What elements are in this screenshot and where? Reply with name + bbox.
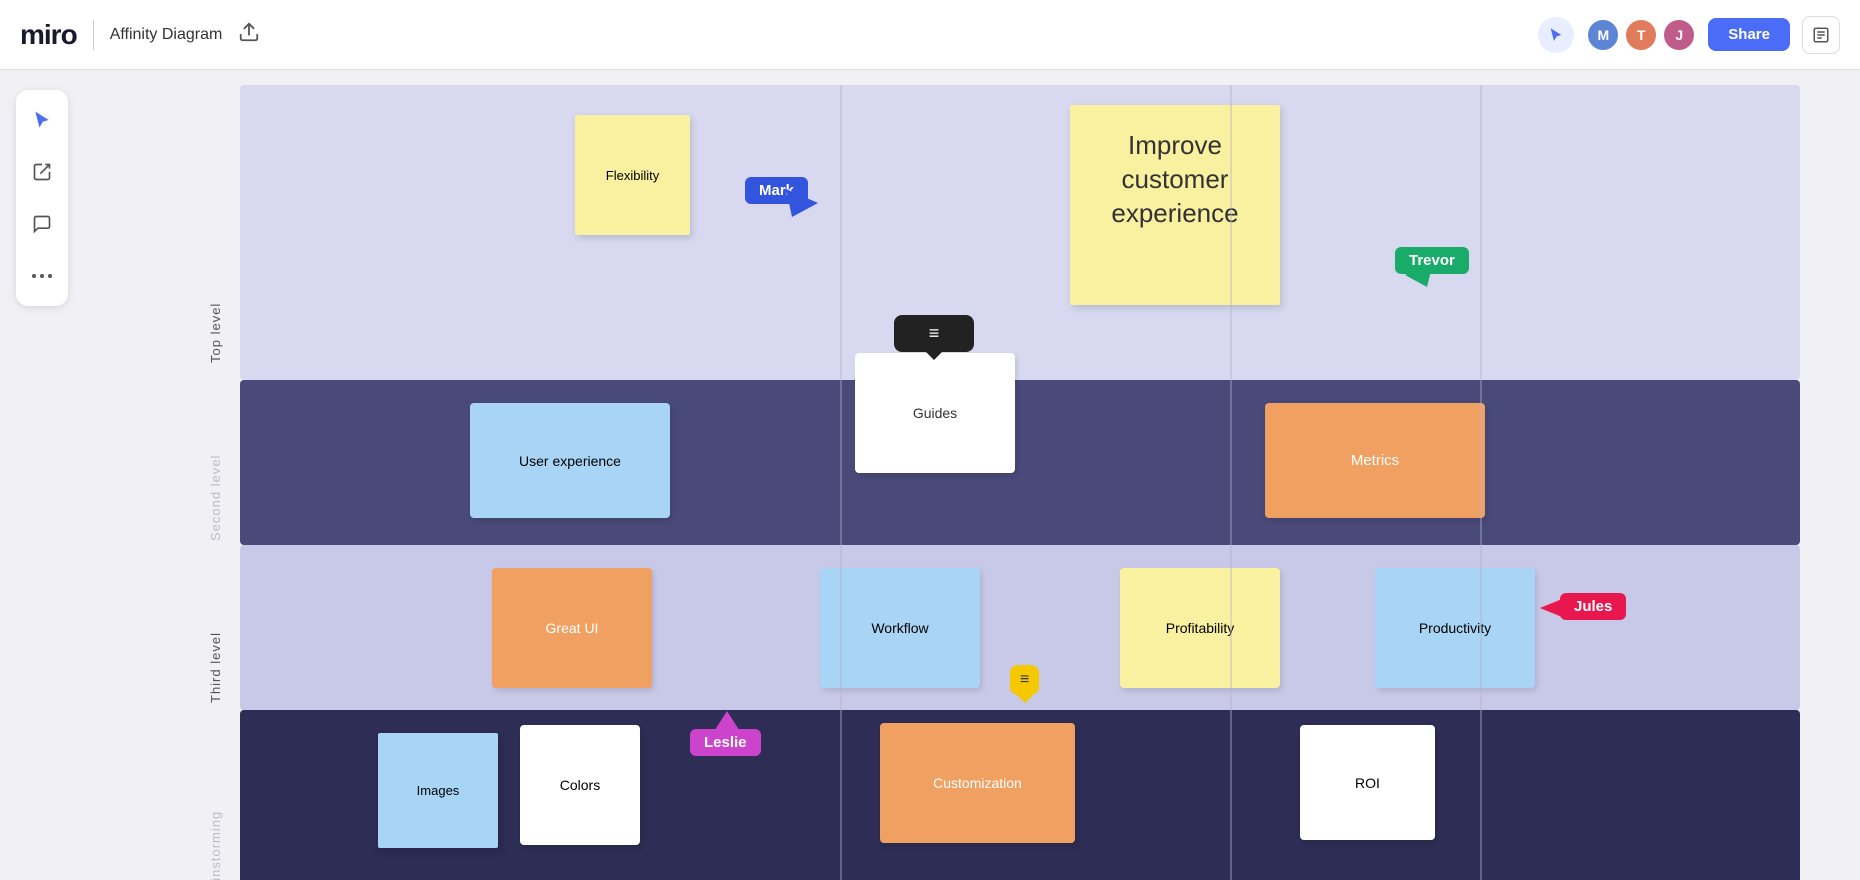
col-divider-b2 [1230,710,1232,880]
header: miro Affinity Diagram M T J Share [0,0,1860,70]
left-toolbar [16,90,68,306]
cursor-tool[interactable] [24,102,60,138]
col-divider-s2 [1230,380,1232,545]
card-great-ui[interactable]: Great UI [492,568,652,688]
card-customization[interactable]: Customization [880,723,1075,843]
card-roi[interactable]: ROI [1300,725,1435,840]
col-divider-2 [1230,85,1232,380]
col-divider-s1 [840,380,842,545]
col-divider-1 [840,85,842,380]
col-divider-b1 [840,710,842,880]
comment-tool[interactable] [24,206,60,242]
col-divider-t2 [1230,545,1232,710]
col-divider-3 [1480,85,1482,380]
header-divider [93,20,94,50]
avatar-jules: J [1662,18,1696,52]
col-divider-t3 [1480,545,1482,710]
cursor-trevor: Trevor [1395,247,1469,274]
guides-popup[interactable]: ≡ [894,315,974,352]
header-right: M T J Share [1538,16,1840,54]
col-divider-b3 [1480,710,1482,880]
card-colors[interactable]: Colors [520,725,640,845]
sticky-images[interactable]: Images [378,733,498,848]
affinity-diagram: Top level Second level Third level Brain… [200,85,1800,880]
row-top-level [240,85,1800,380]
card-user-experience[interactable]: User experience [470,403,670,518]
cursor-leslie: Leslie [690,729,761,756]
upload-icon[interactable] [238,21,260,48]
avatar-mark: M [1586,18,1620,52]
notes-popup-yellow[interactable]: ≡ [1010,665,1039,695]
diagram-title: Affinity Diagram [110,26,223,44]
canvas[interactable]: Top level Second level Third level Brain… [0,70,1860,880]
guides-card[interactable]: Guides [855,353,1015,473]
col-divider-s3 [1480,380,1482,545]
row-label-second: Second level [208,415,223,580]
card-workflow[interactable]: Workflow [820,568,980,688]
sticky-note-tool[interactable] [24,154,60,190]
col-divider-t1 [840,545,842,710]
row-label-third: Third level [208,585,223,750]
card-productivity[interactable]: Productivity [1375,568,1535,688]
row-label-brainstorm: Brainstorming [208,775,223,880]
miro-logo: miro [20,19,77,51]
card-metrics[interactable]: Metrics [1265,403,1485,518]
card-profitability[interactable]: Profitability [1120,568,1280,688]
more-tools[interactable] [24,258,60,294]
active-user-cursor [1538,17,1574,53]
cursor-mark: Mark [745,177,808,204]
share-button[interactable]: Share [1708,18,1790,51]
collaborator-avatars: M T J [1586,18,1696,52]
notes-panel-button[interactable] [1802,16,1840,54]
sticky-flexibility[interactable]: Flexibility [575,115,690,235]
sticky-improve-customer[interactable]: Improvecustomerexperience [1070,105,1280,305]
cursor-jules: Jules [1560,593,1626,620]
avatar-trevor: T [1624,18,1658,52]
